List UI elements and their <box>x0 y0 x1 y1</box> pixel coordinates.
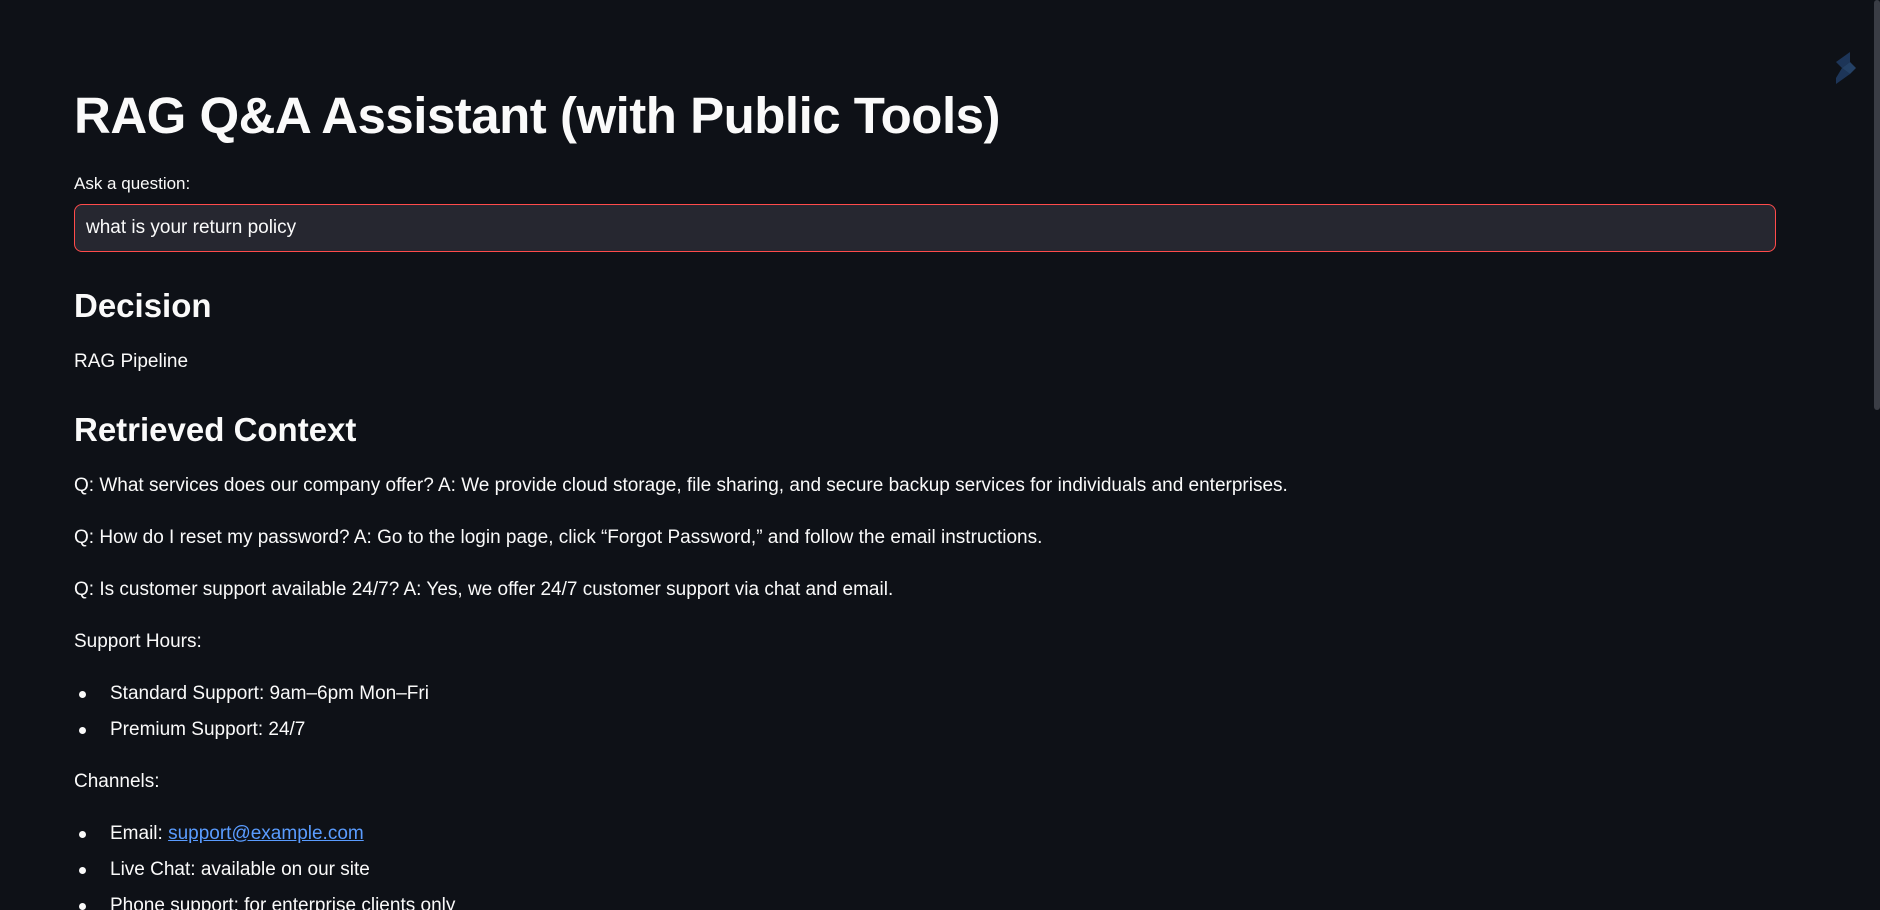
support-email-link[interactable]: support@example.com <box>168 823 364 844</box>
context-qa-services: Q: What services does our company offer?… <box>74 475 1288 496</box>
retrieved-context-heading: Retrieved Context <box>74 411 357 448</box>
scrollbar-thumb[interactable] <box>1874 0 1880 410</box>
list-item: Live Chat: available on our site <box>74 858 455 894</box>
list-item: Premium Support: 24/7 <box>74 718 429 754</box>
bullet-icon <box>79 903 86 910</box>
channels-list: Email: support@example.com Live Chat: av… <box>74 822 455 910</box>
context-qa-support: Q: Is customer support available 24/7? A… <box>74 579 894 600</box>
bullet-icon <box>79 831 86 838</box>
support-hours-list: Standard Support: 9am–6pm Mon–Fri Premiu… <box>74 682 429 754</box>
page-title: RAG Q&A Assistant (with Public Tools) <box>74 87 1000 144</box>
channel-phone: Phone support: for enterprise clients on… <box>110 895 456 910</box>
streamlit-logo-svg <box>1836 52 1856 84</box>
streamlit-logo-icon[interactable] <box>1828 48 1864 88</box>
question-input[interactable] <box>74 204 1776 252</box>
support-hours-standard: Standard Support: 9am–6pm Mon–Fri <box>110 683 429 704</box>
scrollbar[interactable] <box>1874 0 1880 910</box>
list-item: Email: support@example.com <box>74 822 455 858</box>
app-root: RAG Q&A Assistant (with Public Tools) As… <box>0 0 1880 910</box>
question-label: Ask a question: <box>74 174 191 193</box>
channels-label: Channels: <box>74 771 160 792</box>
channel-live-chat: Live Chat: available on our site <box>110 859 370 880</box>
context-qa-password: Q: How do I reset my password? A: Go to … <box>74 527 1043 548</box>
list-item: Phone support: for enterprise clients on… <box>74 894 455 910</box>
support-hours-premium: Premium Support: 24/7 <box>110 719 306 740</box>
list-item: Standard Support: 9am–6pm Mon–Fri <box>74 682 429 718</box>
bullet-icon <box>79 727 86 734</box>
decision-heading: Decision <box>74 287 212 324</box>
bullet-icon <box>79 867 86 874</box>
bullet-icon <box>79 691 86 698</box>
decision-value: RAG Pipeline <box>74 351 189 372</box>
support-hours-label: Support Hours: <box>74 631 202 652</box>
channel-email-prefix: Email: <box>110 823 169 844</box>
